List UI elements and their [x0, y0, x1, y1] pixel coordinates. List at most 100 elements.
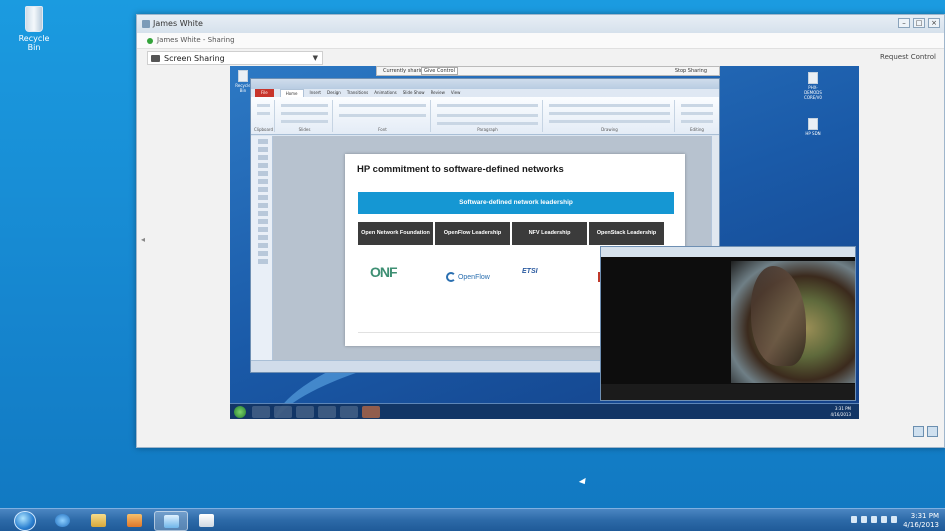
slide-outline-pane[interactable]	[251, 136, 273, 361]
etsi-logo: ETSI	[522, 268, 538, 275]
viewer-title: James White	[153, 19, 203, 28]
stop-sharing-button[interactable]: Stop Sharing	[675, 68, 707, 74]
recycle-bin[interactable]: Recycle Bin	[14, 6, 54, 52]
remote-desktop-file-1[interactable]: PHX-DEMODS CORE/V0	[802, 72, 824, 100]
taskbar-media-player[interactable]	[118, 511, 152, 531]
remote-taskbar-explorer[interactable]	[274, 406, 292, 418]
ribbon-group-clipboard[interactable]: Clipboard	[253, 100, 275, 132]
network-icon[interactable]	[871, 516, 877, 523]
ribbon-group-editing[interactable]: Editing	[677, 100, 717, 132]
remote-taskbar-app-2[interactable]	[340, 406, 358, 418]
close-button[interactable]: ×	[928, 18, 940, 28]
volume-icon[interactable]	[881, 516, 887, 523]
slide-box-onf: Open Network Foundation	[358, 222, 433, 245]
video-player-window[interactable]	[600, 246, 856, 401]
video-frame	[731, 261, 855, 383]
clock-time: 3:31 PM	[910, 512, 939, 520]
currently-sharing-label: Currently sharing	[383, 68, 427, 74]
app-icon	[142, 20, 150, 28]
tab-transitions[interactable]: Transitions	[347, 89, 368, 97]
remote-taskbar-ie[interactable]	[252, 406, 270, 418]
slide-box-openflow: OpenFlow Leadership	[435, 222, 510, 245]
taskbar-file-explorer[interactable]	[82, 511, 116, 531]
tab-animations[interactable]: Animations	[374, 89, 396, 97]
openflow-logo: OpenFlow	[446, 272, 490, 302]
desktop: Recycle Bin James White – □ × James Whit…	[0, 0, 945, 508]
ribbon-group-font[interactable]: Font	[335, 100, 431, 132]
taskbar-lync[interactable]	[154, 511, 188, 531]
tab-design[interactable]: Design	[327, 89, 341, 97]
ribbon-group-label: Clipboard	[253, 127, 274, 132]
ribbon-group-paragraph[interactable]: Paragraph	[433, 100, 543, 132]
internet-explorer-icon	[55, 514, 70, 527]
slide-box-openstack: OpenStack Leadership	[589, 222, 664, 245]
remote-sharing-bar: Currently sharing Give Control Stop Shar…	[376, 66, 720, 76]
remote-clock: 3:31 PM 4/16/2013	[830, 406, 851, 417]
remote-icon-label: Recycle Bin	[235, 83, 251, 93]
lync-icon	[164, 515, 179, 528]
video-titlebar[interactable]	[601, 247, 855, 257]
lync-tray-icon[interactable]	[891, 516, 897, 523]
tab-insert[interactable]: Insert	[310, 89, 321, 97]
ribbon-tabs: File Home Insert Design Transitions Anim…	[251, 89, 719, 97]
side-collapse-handle[interactable]: ◂	[141, 235, 145, 244]
taskbar-internet-explorer[interactable]	[46, 511, 80, 531]
viewer-toolbar: Screen Sharing ▼ Request Control	[137, 49, 944, 67]
remote-taskbar-media[interactable]	[296, 406, 314, 418]
minimize-button[interactable]: –	[898, 18, 910, 28]
ribbon-group-label: Editing	[690, 127, 704, 132]
viewer-titlebar[interactable]: James White – □ ×	[137, 15, 944, 33]
ribbon-group-drawing[interactable]: Drawing	[545, 100, 675, 132]
remote-taskbar-powerpoint[interactable]	[362, 406, 380, 418]
document-icon	[808, 118, 818, 130]
flag-icon[interactable]	[861, 516, 867, 523]
sharing-status-text: James White - Sharing	[157, 36, 235, 44]
give-control-dropdown[interactable]: Give Control	[421, 67, 458, 75]
screen-sharing-dropdown[interactable]: Screen Sharing ▼	[147, 51, 323, 65]
system-tray	[851, 516, 897, 523]
fit-to-window-icon[interactable]	[913, 426, 924, 437]
ribbon-group-slides[interactable]: Slides	[277, 100, 333, 132]
remote-screen[interactable]: Recycle Bin PHX-DEMODS CORE/V0 HP SDN Cu…	[230, 66, 859, 419]
fullscreen-icon[interactable]	[927, 426, 938, 437]
ribbon-group-label: Font	[378, 127, 387, 132]
remote-taskbar-app[interactable]	[318, 406, 336, 418]
video-controls-bar[interactable]	[601, 384, 855, 400]
slide-footer-line	[358, 332, 628, 333]
recycle-bin-icon	[25, 6, 43, 32]
remote-icon-label: PHX-DEMODS CORE/V0	[804, 85, 822, 100]
clock-date: 4/16/2013	[903, 521, 939, 529]
slide-lead-banner: Software-defined network leadership	[358, 192, 674, 214]
ribbon-group-label: Slides	[298, 127, 311, 132]
remote-desktop-file-2[interactable]: HP SDN	[802, 118, 824, 136]
tab-home[interactable]: Home	[279, 89, 304, 97]
ribbon: Clipboard Slides Font Paragraph Drawing	[251, 97, 719, 135]
maximize-button[interactable]: □	[913, 18, 925, 28]
screen-sharing-label: Screen Sharing	[164, 54, 225, 63]
start-button[interactable]	[14, 511, 36, 531]
remote-start-button[interactable]	[234, 406, 246, 418]
remote-taskbar: 3:31 PM 4/16/2013	[230, 403, 859, 419]
tab-slide-show[interactable]: Slide Show	[403, 89, 425, 97]
remote-icon-label: HP SDN	[805, 131, 821, 136]
document-icon	[808, 72, 818, 84]
recycle-bin-label: Recycle Bin	[18, 34, 50, 52]
tray-arrow-icon[interactable]	[851, 516, 857, 523]
ribbon-group-label: Paragraph	[477, 127, 498, 132]
tab-view[interactable]: View	[451, 89, 461, 97]
window-icon	[199, 514, 214, 527]
chevron-down-icon: ▼	[312, 54, 318, 62]
taskbar-clock[interactable]: 3:31 PM 4/16/2013	[903, 512, 939, 530]
media-player-icon	[127, 514, 142, 527]
onf-logo: ONF	[370, 264, 398, 280]
sharing-status-icon	[147, 38, 153, 44]
mouse-cursor-icon	[578, 477, 589, 487]
tab-file[interactable]: File	[255, 89, 274, 97]
folder-icon	[91, 514, 106, 527]
taskbar-sharing-viewer[interactable]	[190, 511, 224, 531]
slide-title: HP commitment to software-defined networ…	[357, 164, 564, 175]
ribbon-group-label: Drawing	[601, 127, 618, 132]
ppt-titlebar[interactable]	[251, 79, 719, 89]
request-control-button[interactable]: Request Control	[880, 53, 936, 61]
tab-review[interactable]: Review	[431, 89, 445, 97]
